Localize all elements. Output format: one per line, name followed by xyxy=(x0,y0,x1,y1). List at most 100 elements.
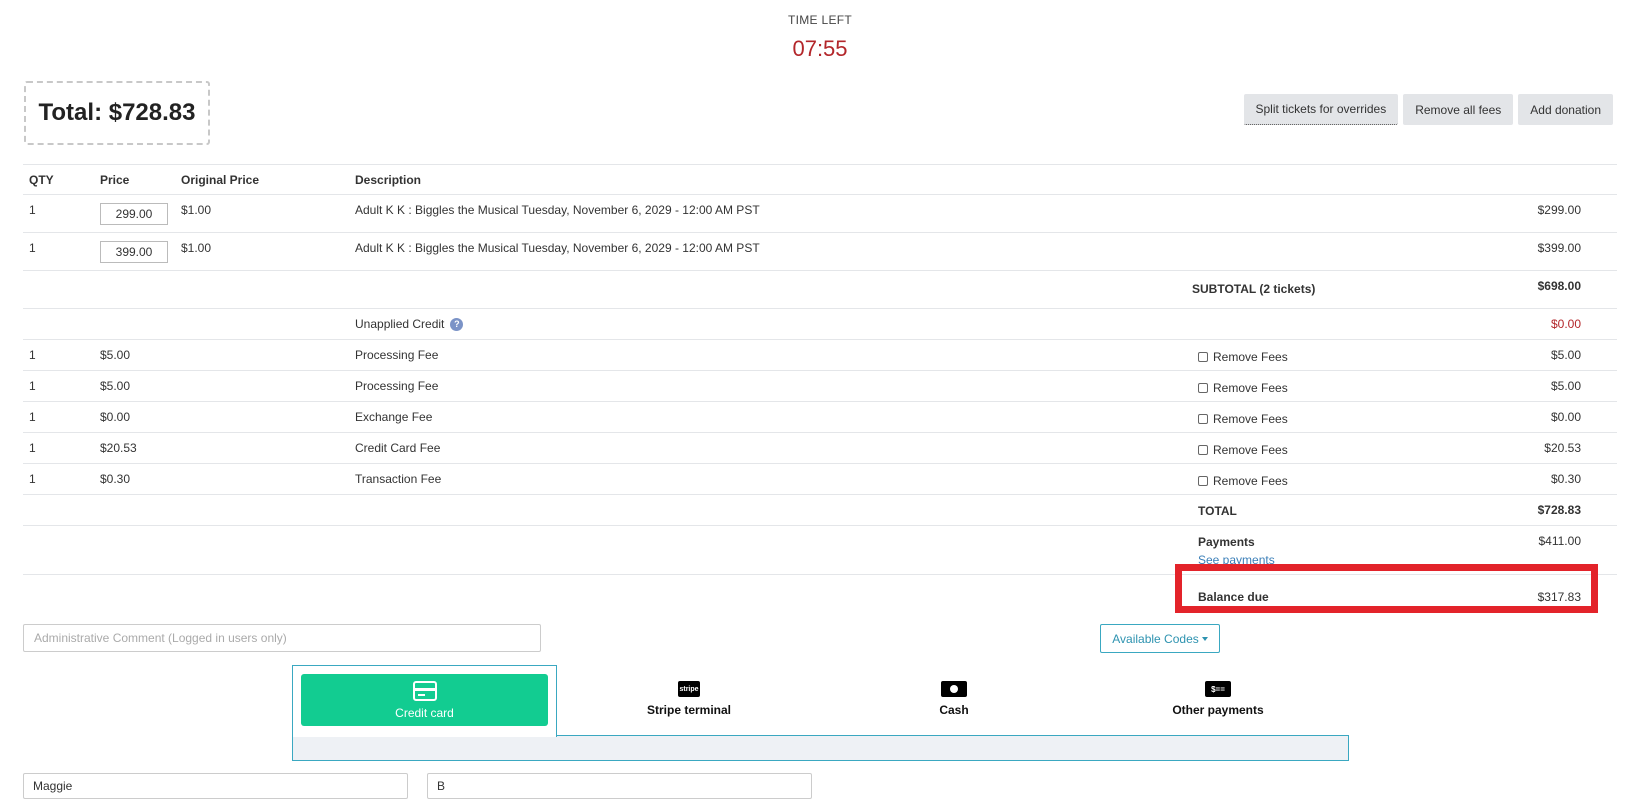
table-row: 1 $1.00 Adult K K : Biggles the Musical … xyxy=(23,232,1617,270)
fee-price: $20.53 xyxy=(100,441,137,455)
order-actions: Split tickets for overrides Remove all f… xyxy=(1243,94,1613,125)
header-description: Description xyxy=(355,173,422,187)
remove-fees-checkbox[interactable]: Remove Fees xyxy=(1198,381,1288,395)
fee-price: $5.00 xyxy=(100,348,131,362)
remove-fees-checkbox[interactable]: Remove Fees xyxy=(1198,350,1288,364)
tab-stripe-terminal[interactable]: stripe Stripe terminal xyxy=(589,680,789,718)
timer-label: TIME LEFT xyxy=(787,13,853,27)
unapplied-credit-row: Unapplied Credit? $0.00 xyxy=(23,308,1617,339)
checkbox-icon[interactable] xyxy=(1198,352,1208,362)
item-price-input[interactable] xyxy=(100,203,168,225)
fee-amount: $5.00 xyxy=(1550,379,1581,393)
remove-fees-label: Remove Fees xyxy=(1213,412,1288,426)
first-name-input[interactable] xyxy=(23,773,408,799)
tab-cash[interactable]: Cash xyxy=(854,680,1054,718)
timer: TIME LEFT 07:55 xyxy=(0,13,1640,62)
fee-amount: $5.00 xyxy=(1550,348,1581,362)
payments-amount: $411.00 xyxy=(1538,534,1582,548)
fee-description: Credit Card Fee xyxy=(355,441,441,455)
item-original-price: $1.00 xyxy=(181,203,212,217)
credit-card-icon xyxy=(412,680,437,701)
item-original-price: $1.00 xyxy=(181,241,212,255)
fee-amount: $0.30 xyxy=(1550,472,1581,486)
fee-qty: 1 xyxy=(29,441,36,455)
table-row: 1 $0.30 Transaction Fee Remove Fees $0.3… xyxy=(23,463,1617,494)
tab-credit-card[interactable]: Credit card xyxy=(301,674,548,726)
last-name-input[interactable] xyxy=(427,773,812,799)
checkbox-icon[interactable] xyxy=(1198,383,1208,393)
item-qty: 1 xyxy=(29,203,36,217)
balance-row: Balance due $317.83 xyxy=(23,574,1617,614)
timer-value: 07:55 xyxy=(792,36,848,61)
subtotal-label: SUBTOTAL (2 tickets) xyxy=(1192,282,1316,296)
stripe-icon: stripe xyxy=(678,681,700,697)
checkbox-icon[interactable] xyxy=(1198,414,1208,424)
cash-icon xyxy=(941,681,967,697)
payments-row: Payments See payments $411.00 xyxy=(23,525,1617,574)
total-amount: $728.83 xyxy=(1537,503,1581,517)
item-description: Adult K K : Biggles the Musical Tuesday,… xyxy=(355,241,760,255)
fee-description: Processing Fee xyxy=(355,348,439,362)
fee-qty: 1 xyxy=(29,379,36,393)
header-qty: QTY xyxy=(29,173,54,187)
other-payments-icon-text: $== xyxy=(1211,684,1225,694)
remove-fees-label: Remove Fees xyxy=(1213,381,1288,395)
remove-fees-label: Remove Fees xyxy=(1213,443,1288,457)
unapplied-credit-amount: $0.00 xyxy=(1550,317,1581,331)
subtotal-row: SUBTOTAL (2 tickets) $698.00 xyxy=(23,270,1617,308)
table-row: 1 $5.00 Processing Fee Remove Fees $5.00 xyxy=(23,370,1617,401)
item-amount: $399.00 xyxy=(1537,241,1581,255)
item-price-input[interactable] xyxy=(100,241,168,263)
payment-method-panel xyxy=(292,735,1349,761)
fee-description: Transaction Fee xyxy=(355,472,442,486)
unapplied-credit-text: Unapplied Credit xyxy=(355,317,445,331)
item-qty: 1 xyxy=(29,241,36,255)
remove-all-fees-button[interactable]: Remove all fees xyxy=(1403,94,1514,125)
remove-fees-checkbox[interactable]: Remove Fees xyxy=(1198,412,1288,426)
checkbox-icon[interactable] xyxy=(1198,476,1208,486)
tab-other-payments[interactable]: $== Other payments xyxy=(1118,680,1318,718)
balance-label: Balance due xyxy=(1198,590,1269,604)
fee-price: $0.00 xyxy=(100,410,131,424)
see-payments-link[interactable]: See payments xyxy=(1198,553,1275,567)
available-codes-button[interactable]: Available Codes xyxy=(1100,624,1220,653)
header-original-price: Original Price xyxy=(181,173,260,187)
fee-qty: 1 xyxy=(29,410,36,424)
order-total-box: Total: $728.83 xyxy=(24,81,210,145)
fee-amount: $0.00 xyxy=(1550,410,1581,424)
add-donation-button[interactable]: Add donation xyxy=(1518,94,1613,125)
split-tickets-button[interactable]: Split tickets for overrides xyxy=(1243,94,1399,125)
table-header: QTY Price Original Price Description xyxy=(23,164,1617,194)
remove-fees-label: Remove Fees xyxy=(1213,350,1288,364)
admin-comment-input[interactable] xyxy=(23,624,541,652)
remove-fees-checkbox[interactable]: Remove Fees xyxy=(1198,443,1288,457)
available-codes-label: Available Codes xyxy=(1112,631,1199,646)
table-row: 1 $5.00 Processing Fee Remove Fees $5.00 xyxy=(23,339,1617,370)
fee-description: Exchange Fee xyxy=(355,410,433,424)
other-payments-icon: $== xyxy=(1205,681,1231,697)
unapplied-credit-label: Unapplied Credit? xyxy=(355,317,464,332)
total-label: TOTAL xyxy=(1198,504,1237,518)
tab-other-payments-label: Other payments xyxy=(1172,703,1264,717)
fee-description: Processing Fee xyxy=(355,379,439,393)
remove-fees-label: Remove Fees xyxy=(1213,474,1288,488)
remove-fees-checkbox[interactable]: Remove Fees xyxy=(1198,474,1288,488)
stripe-icon-text: stripe xyxy=(679,685,699,693)
item-description: Adult K K : Biggles the Musical Tuesday,… xyxy=(355,203,760,217)
table-row: 1 $20.53 Credit Card Fee Remove Fees $20… xyxy=(23,432,1617,463)
help-icon[interactable]: ? xyxy=(450,318,464,332)
caret-down-icon xyxy=(1201,636,1208,641)
payments-label: Payments xyxy=(1198,535,1255,549)
fee-price: $0.30 xyxy=(100,472,131,486)
order-total-label: Total: $728.83 xyxy=(38,99,196,126)
fee-qty: 1 xyxy=(29,472,36,486)
tab-stripe-terminal-label: Stripe terminal xyxy=(646,703,732,717)
fee-amount: $20.53 xyxy=(1544,441,1581,455)
table-row: 1 $1.00 Adult K K : Biggles the Musical … xyxy=(23,194,1617,232)
subtotal-amount: $698.00 xyxy=(1537,279,1581,293)
tab-credit-card-label: Credit card xyxy=(395,705,454,720)
checkbox-icon[interactable] xyxy=(1198,445,1208,455)
table-row: 1 $0.00 Exchange Fee Remove Fees $0.00 xyxy=(23,401,1617,432)
total-row: TOTAL $728.83 xyxy=(23,494,1617,525)
order-table: QTY Price Original Price Description 1 $… xyxy=(23,164,1617,614)
